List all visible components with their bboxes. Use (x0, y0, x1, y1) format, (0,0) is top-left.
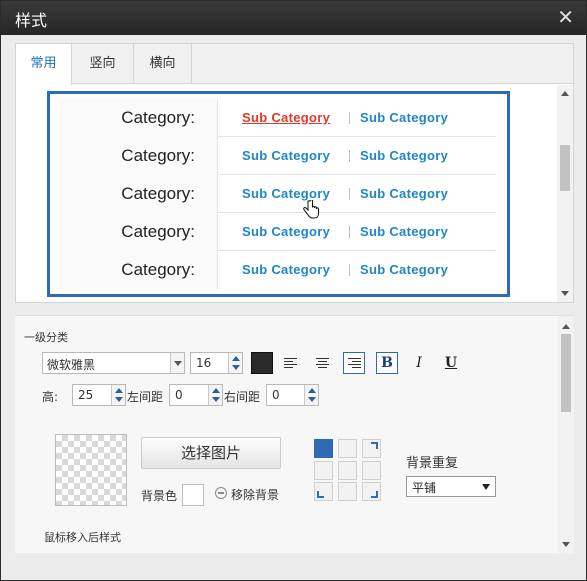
height-value: 25 (78, 388, 94, 402)
spin-arrows-icon[interactable] (208, 385, 222, 405)
bg-pos-middle-right[interactable] (362, 461, 381, 480)
category-label: Category: (60, 251, 218, 289)
separator (349, 226, 350, 238)
preview-row: Category: Sub Category Sub Category (60, 137, 496, 175)
underline-button[interactable]: U (440, 352, 462, 374)
dropdown-arrow-icon[interactable] (170, 353, 184, 373)
scroll-down-arrow-icon[interactable] (562, 542, 570, 547)
tab-horizontal[interactable]: 横向 (134, 44, 192, 84)
bg-pos-top-center[interactable] (338, 439, 357, 458)
dialog-title: 样式 (15, 11, 48, 30)
preview-row: Category: Sub Category Sub Category (60, 175, 496, 213)
sub-category-link[interactable]: Sub Category (242, 99, 330, 137)
remove-background-link[interactable]: 移除背景 (231, 486, 279, 503)
separator (349, 264, 350, 276)
hover-section-title: 鼠标移入后样式 (44, 531, 121, 544)
spin-arrows-icon[interactable] (228, 353, 242, 373)
category-label: Category: (60, 137, 218, 175)
preview-panel: 常用 竖向 横向 Category: Sub Category Sub Cate… (15, 43, 574, 303)
align-center-icon (316, 358, 329, 370)
separator (349, 112, 350, 124)
style-dialog: 样式 ✕ 常用 竖向 横向 Category: Sub Category Sub… (0, 0, 587, 581)
sub-category-link[interactable]: Sub Category (360, 251, 448, 289)
settings-panel: 一级分类 微软雅黑 16 B I U 高: 25 左间距 0 右间距 0 选择图… (15, 315, 574, 554)
repeat-value: 平铺 (412, 481, 437, 495)
sub-category-link[interactable]: Sub Category (242, 137, 330, 175)
dropdown-arrow-icon (482, 484, 490, 490)
remove-circle-icon[interactable] (215, 487, 227, 499)
close-icon[interactable]: ✕ (557, 6, 574, 28)
choose-image-button[interactable]: 选择图片 (141, 437, 281, 469)
preview-row: Category: Sub Category Sub Category (60, 213, 496, 251)
sub-category-link[interactable]: Sub Category (360, 137, 448, 175)
preview-row: Category: Sub Category Sub Category (60, 99, 496, 137)
font-family-value: 微软雅黑 (47, 358, 96, 372)
separator (349, 188, 350, 200)
bg-pos-bottom-left[interactable] (314, 482, 333, 501)
scroll-down-arrow-icon[interactable] (561, 291, 569, 296)
separator (349, 150, 350, 162)
font-size-stepper[interactable]: 16 (190, 352, 243, 374)
sub-category-link[interactable]: Sub Category (360, 99, 448, 137)
category-label: Category: (60, 175, 218, 213)
bgcolor-label: 背景色 (141, 489, 178, 503)
sub-category-link[interactable]: Sub Category (242, 251, 330, 289)
height-stepper[interactable]: 25 (72, 384, 126, 406)
title-bar: 样式 ✕ (1, 1, 586, 35)
preview-scrollbar[interactable] (557, 85, 573, 302)
bg-pos-top-left[interactable] (314, 439, 333, 458)
scroll-thumb[interactable] (560, 145, 570, 191)
bg-pos-top-right[interactable] (362, 439, 381, 458)
spin-arrows-icon[interactable] (111, 385, 125, 405)
section-title: 一级分类 (24, 331, 68, 344)
padding-left-stepper[interactable]: 0 (169, 384, 223, 406)
tab-vertical[interactable]: 竖向 (72, 44, 134, 84)
align-center-button[interactable] (311, 352, 333, 374)
height-label: 高: (42, 390, 59, 404)
padding-left-label: 左间距 (127, 390, 164, 404)
category-label: Category: (60, 213, 218, 251)
padding-right-stepper[interactable]: 0 (266, 384, 319, 406)
align-right-button[interactable] (343, 352, 365, 374)
italic-button[interactable]: I (408, 352, 430, 374)
menu-preview: Category: Sub Category Sub Category Cate… (47, 91, 510, 297)
corner-bottom-left-icon (317, 491, 324, 498)
sub-category-link[interactable]: Sub Category (360, 213, 448, 251)
bg-pos-middle-left[interactable] (314, 461, 333, 480)
hand-cursor-icon (303, 200, 319, 219)
bg-pos-middle-center[interactable] (338, 461, 357, 480)
spin-arrows-icon[interactable] (304, 385, 318, 405)
sub-category-link[interactable]: Sub Category (360, 175, 448, 213)
padding-right-value: 0 (272, 388, 280, 402)
scroll-up-arrow-icon[interactable] (561, 91, 569, 96)
text-color-swatch[interactable] (251, 352, 273, 374)
bg-pos-bottom-right[interactable] (362, 482, 381, 501)
tab-bar: 常用 竖向 横向 (16, 44, 573, 85)
padding-right-label: 右间距 (224, 390, 261, 404)
align-left-icon (284, 358, 297, 370)
preview-area: Category: Sub Category Sub Category Cate… (16, 85, 556, 302)
bg-pos-bottom-center[interactable] (338, 482, 357, 501)
scroll-up-arrow-icon[interactable] (562, 324, 570, 329)
category-label: Category: (60, 99, 218, 137)
background-preview (55, 434, 127, 506)
bgcolor-swatch[interactable] (182, 484, 204, 506)
corner-top-right-icon (371, 442, 378, 449)
padding-left-value: 0 (175, 388, 183, 402)
preview-row: Category: Sub Category Sub Category (60, 251, 496, 289)
align-left-button[interactable] (279, 352, 301, 374)
repeat-label: 背景重复 (406, 456, 459, 471)
font-size-value: 16 (196, 356, 212, 370)
font-family-select[interactable]: 微软雅黑 (42, 352, 185, 374)
corner-bottom-right-icon (371, 491, 378, 498)
settings-scrollbar[interactable] (558, 316, 574, 554)
align-right-icon (348, 358, 361, 370)
bold-button[interactable]: B (376, 352, 398, 374)
scroll-thumb[interactable] (561, 334, 571, 412)
tab-common[interactable]: 常用 (16, 44, 72, 85)
background-repeat-select[interactable]: 平铺 (406, 476, 496, 497)
